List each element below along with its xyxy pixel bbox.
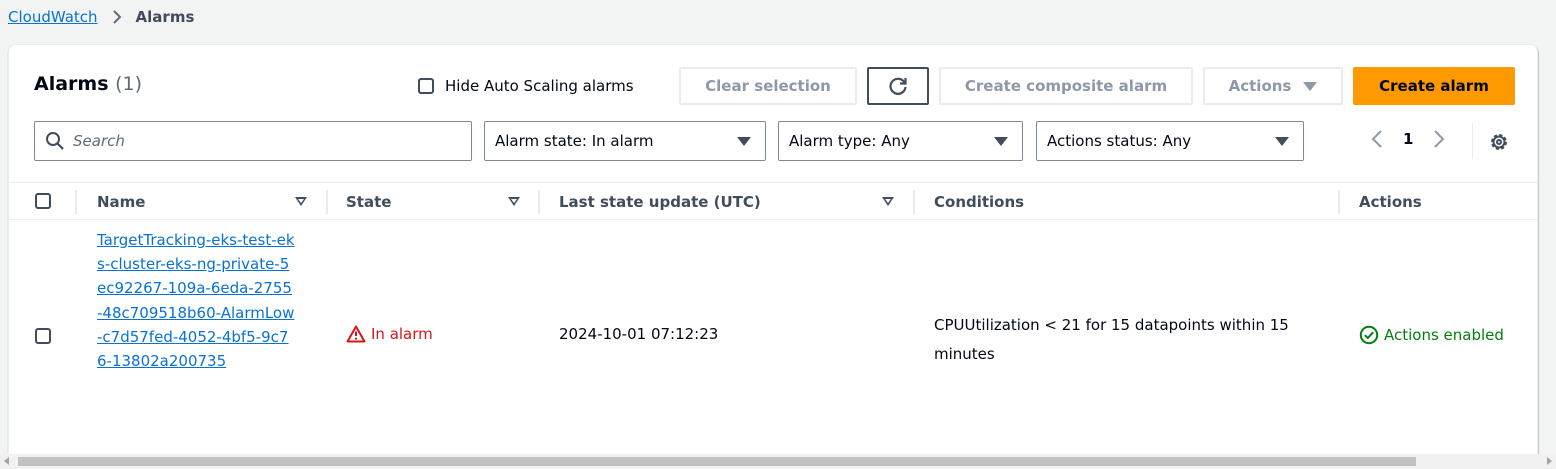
breadcrumb: CloudWatch Alarms [8, 6, 194, 28]
column-header-conditions: Conditions [934, 193, 1025, 211]
chevron-right-icon [112, 9, 122, 25]
create-alarm-button[interactable]: Create alarm [1353, 67, 1515, 105]
preferences-button[interactable] [1488, 131, 1510, 157]
select-all-checkbox[interactable] [35, 193, 51, 209]
column-divider [75, 190, 77, 214]
chevron-left-icon[interactable] [1371, 129, 1383, 149]
actions-dropdown-label: Actions [1228, 77, 1292, 95]
actions-status-select[interactable]: Actions status: Any [1036, 121, 1304, 161]
hide-autoscaling-checkbox[interactable] [418, 78, 434, 94]
column-header-state[interactable]: State [346, 193, 391, 211]
caret-down-icon [1275, 136, 1289, 146]
search-placeholder: Search [73, 132, 125, 150]
scroll-right-icon[interactable] [1547, 457, 1552, 465]
refresh-button[interactable] [867, 67, 929, 105]
column-divider [538, 190, 540, 214]
alarm-state-select[interactable]: Alarm state: In alarm [484, 121, 766, 161]
sort-icon[interactable] [882, 197, 894, 206]
page-number[interactable]: 1 [1403, 130, 1413, 148]
column-divider [1338, 190, 1340, 214]
scroll-left-icon[interactable] [4, 457, 9, 465]
actions-status-cell: Actions enabled [1359, 325, 1504, 345]
check-circle-icon [1359, 325, 1379, 345]
alarms-title: Alarms [34, 73, 109, 95]
alarm-count: (1) [115, 73, 143, 95]
column-header-last-update[interactable]: Last state update (UTC) [559, 193, 761, 211]
warning-icon [346, 325, 366, 343]
breadcrumb-current: Alarms [135, 8, 195, 26]
state-label: In alarm [371, 325, 433, 343]
alarms-panel: Alarms (1) Hide Auto Scaling alarms Clea… [8, 44, 1538, 462]
caret-down-icon [737, 136, 751, 146]
row-checkbox[interactable] [35, 328, 51, 344]
breadcrumb-cloudwatch-link[interactable]: CloudWatch [8, 8, 98, 26]
caret-down-icon [1303, 81, 1318, 91]
conditions-cell: CPUUtilization < 21 for 15 datapoints wi… [934, 316, 1289, 363]
page-title: Alarms (1) [34, 73, 142, 95]
actions-dropdown-button[interactable]: Actions [1203, 67, 1343, 105]
refresh-icon [889, 77, 907, 95]
divider [1472, 123, 1473, 159]
column-divider [326, 190, 328, 214]
state-cell: In alarm [346, 325, 433, 343]
table-row: TargetTracking-eks-test-eks-cluster-eks-… [9, 221, 1537, 447]
caret-down-icon [994, 136, 1008, 146]
sort-icon[interactable] [508, 197, 520, 206]
alarm-state-value: Alarm state: In alarm [495, 132, 654, 150]
chevron-right-icon[interactable] [1433, 129, 1445, 149]
alarm-type-value: Alarm type: Any [789, 132, 910, 150]
column-header-name[interactable]: Name [97, 193, 145, 211]
alarm-name-link[interactable]: TargetTracking-eks-test-eks-cluster-eks-… [97, 228, 297, 373]
actions-status-value: Actions status: Any [1047, 132, 1192, 150]
column-divider [913, 190, 915, 214]
search-icon [46, 132, 64, 150]
table-header: Name State Last state update (UTC) Condi… [9, 182, 1537, 220]
hide-autoscaling-toggle[interactable]: Hide Auto Scaling alarms [418, 77, 634, 95]
search-input[interactable]: Search [34, 121, 472, 161]
create-composite-alarm-button[interactable]: Create composite alarm [939, 67, 1193, 105]
alarm-type-select[interactable]: Alarm type: Any [778, 121, 1023, 161]
actions-status-label: Actions enabled [1384, 326, 1504, 344]
last-update-cell: 2024-10-01 07:12:23 [559, 325, 719, 343]
gear-icon [1491, 134, 1507, 150]
column-header-actions: Actions [1359, 193, 1422, 211]
pagination: 1 [1371, 129, 1445, 149]
sort-icon[interactable] [295, 197, 307, 206]
clear-selection-button[interactable]: Clear selection [679, 67, 857, 105]
scrollbar-thumb[interactable] [18, 457, 1416, 466]
hide-autoscaling-label: Hide Auto Scaling alarms [445, 77, 634, 95]
horizontal-scrollbar[interactable] [0, 454, 1556, 469]
